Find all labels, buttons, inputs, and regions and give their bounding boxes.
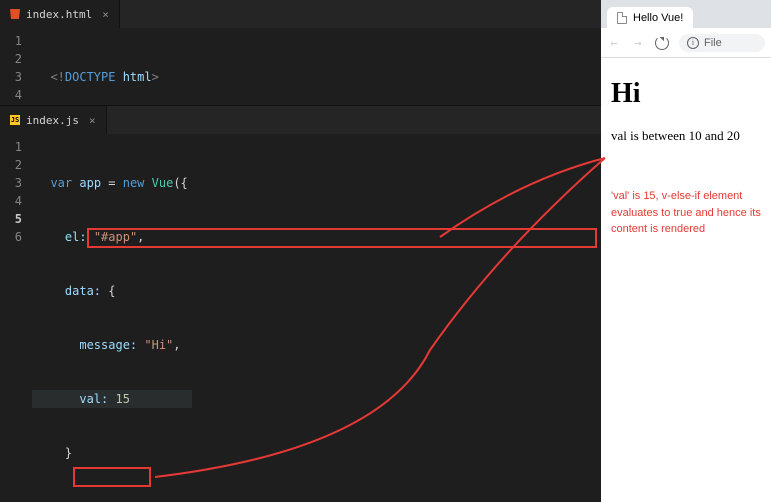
annotation-text: 'val' is 15, v-else-if element evaluates… [611,188,761,238]
html-file-icon [10,9,20,19]
editor-tabs: index.html × [0,0,601,28]
tab-index-js[interactable]: JS index.js × [0,106,107,134]
html-code-pane[interactable]: 1234567891011121314151617 <!DOCTYPE html… [0,28,601,105]
page-heading: Hi [611,78,761,110]
js-file-icon: JS [10,115,20,125]
browser-toolbar: ← → i File [601,28,771,58]
tab-index-html[interactable]: index.html × [0,0,120,28]
browser-content: Hi val is between 10 and 20 'val' is 15,… [601,58,771,502]
close-icon[interactable]: × [89,114,96,127]
reload-icon[interactable] [655,36,669,50]
back-icon[interactable]: ← [607,36,621,50]
editor-tabs-lower: JS index.js × [0,106,601,134]
code-lines[interactable]: var app = new Vue({ el: "#app", data: { … [32,134,192,502]
line-gutter: 123456 [0,134,32,502]
page-text: val is between 10 and 20 [611,128,761,144]
tab-label: index.js [26,114,79,127]
code-editor: index.html × 1234567891011121314151617 <… [0,0,601,502]
browser-tab[interactable]: Hello Vue! [607,7,693,28]
url-bar[interactable]: i File [679,34,765,52]
code-lines[interactable]: <!DOCTYPE html> <html> <head> <title>Hel… [32,28,560,105]
browser-tabs: Hello Vue! [601,0,771,28]
js-code-pane[interactable]: 123456 var app = new Vue({ el: "#app", d… [0,134,601,502]
close-icon[interactable]: × [102,8,109,21]
forward-icon[interactable]: → [631,36,645,50]
document-icon [617,12,627,24]
line-gutter: 1234567891011121314151617 [0,28,32,105]
browser-tab-title: Hello Vue! [633,12,683,24]
browser-preview: Hello Vue! ← → i File Hi val is between … [601,0,771,502]
tab-label: index.html [26,8,92,21]
url-label: File [704,37,722,49]
info-icon: i [687,37,699,49]
